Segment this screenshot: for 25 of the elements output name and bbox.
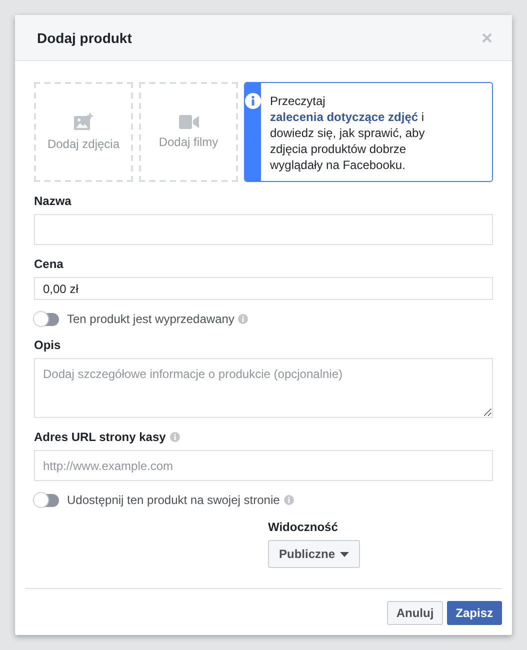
field-label: Nazwa [34,194,72,208]
toggle-switch[interactable] [34,312,59,326]
image-icon [74,113,94,131]
video-camera-icon [178,115,198,129]
text-field[interactable]: 0,00 zł [34,277,493,300]
field-label: Opis [34,338,62,352]
caret-icon [340,552,350,556]
info-icon [238,314,248,324]
dialog-title: Dodaj produkt [37,30,132,46]
guidelines-link[interactable]: zalecenia dotyczące zdjęć [270,110,418,124]
save-button[interactable]: Zapisz [446,601,502,625]
info-text: Przeczytaj zalecenia dotyczące zdjęć i dowiedz się, jak sprawić, aby zdjęcia produktów dobrze wyglądały na Facebooku. [269,93,426,174]
field-label: Adres URL strony kasy [34,430,166,444]
toggle-switch[interactable] [34,494,59,506]
toggle-label: Udostępnij ten produkt na swojej stronie [67,493,280,507]
field-label: Widoczność [268,520,339,534]
cancel-button[interactable]: Anuluj [387,601,443,625]
text-field[interactable]: http://www.example.com [34,450,493,481]
toggle-label: Ten produkt jest wyprzedawany [67,312,234,326]
description-field[interactable]: Dodaj szczegółowe informacje o produkcie (opcjonalnie) [34,358,493,418]
visibility-dropdown[interactable]: Publiczne [268,540,360,568]
close-icon[interactable] [482,32,492,42]
field-label: Cena [34,257,64,271]
info-icon [284,495,294,505]
text-field[interactable] [34,214,493,245]
